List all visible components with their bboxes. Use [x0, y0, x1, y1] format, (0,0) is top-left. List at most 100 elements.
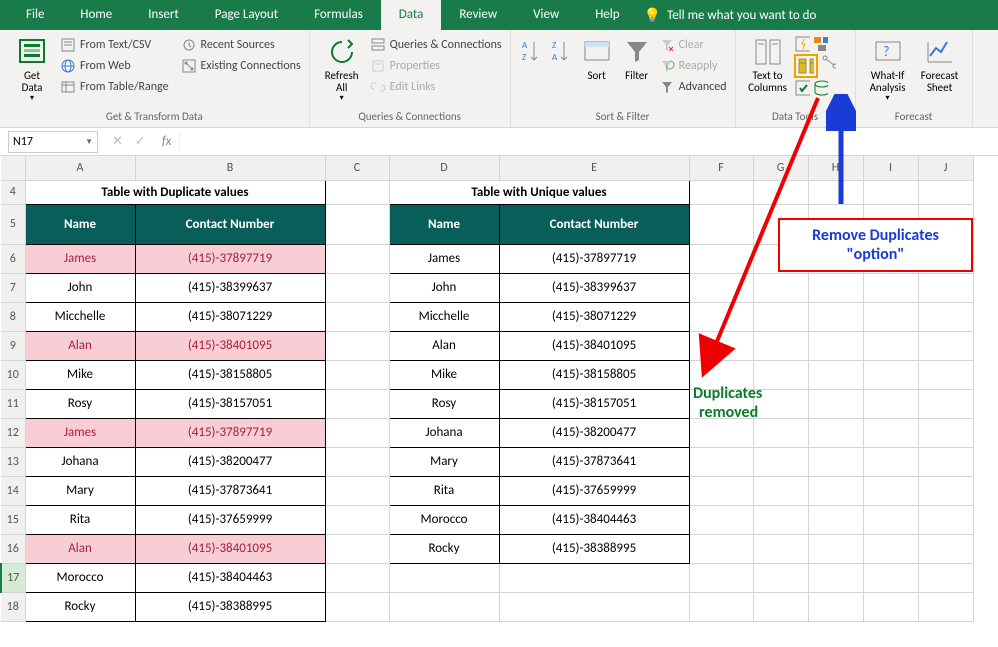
- cancel-icon[interactable]: ✕: [112, 134, 123, 149]
- select-all-cell[interactable]: [1, 156, 25, 180]
- cell-J10[interactable]: [918, 360, 973, 389]
- row-header-6[interactable]: 6: [1, 244, 25, 273]
- remove-duplicates-button[interactable]: [794, 54, 818, 78]
- cell-J4[interactable]: [918, 180, 973, 204]
- cell-D17[interactable]: [389, 563, 499, 592]
- cell-E14[interactable]: (415)-37659999: [499, 476, 689, 505]
- refresh-all-button[interactable]: Refresh All ▾: [316, 34, 368, 105]
- tab-formulas[interactable]: Formulas: [296, 0, 381, 30]
- cell-I11[interactable]: [863, 389, 918, 418]
- tab-insert[interactable]: Insert: [130, 0, 197, 30]
- sort-az-button[interactable]: AZ: [517, 34, 547, 72]
- cell-C6[interactable]: [325, 244, 389, 273]
- cell-J11[interactable]: [918, 389, 973, 418]
- cell-C12[interactable]: [325, 418, 389, 447]
- cell-C4[interactable]: [325, 180, 389, 204]
- cell-I14[interactable]: [863, 476, 918, 505]
- title-right[interactable]: Table with Unique values: [389, 180, 689, 204]
- cell-D13[interactable]: Mary: [389, 447, 499, 476]
- column-header-I[interactable]: I: [863, 156, 918, 180]
- row-header-16[interactable]: 16: [1, 534, 25, 563]
- cell-H14[interactable]: [808, 476, 863, 505]
- cell-H9[interactable]: [808, 331, 863, 360]
- column-header-H[interactable]: H: [808, 156, 863, 180]
- cell-J7[interactable]: [918, 273, 973, 302]
- cell-D14[interactable]: Rita: [389, 476, 499, 505]
- cell-F4[interactable]: [689, 180, 753, 204]
- cell-D15[interactable]: Morocco: [389, 505, 499, 534]
- cell-C15[interactable]: [325, 505, 389, 534]
- consolidate-icon[interactable]: [812, 36, 828, 52]
- cell-H12[interactable]: [808, 418, 863, 447]
- forecast-sheet-button[interactable]: Forecast Sheet: [914, 34, 966, 96]
- cell-A16[interactable]: Alan: [25, 534, 135, 563]
- cell-I9[interactable]: [863, 331, 918, 360]
- advanced-button[interactable]: Advanced: [657, 78, 729, 96]
- cell-E11[interactable]: (415)-38157051: [499, 389, 689, 418]
- tab-file[interactable]: File: [8, 0, 62, 30]
- cell-C5[interactable]: [325, 204, 389, 244]
- cell-A9[interactable]: Alan: [25, 331, 135, 360]
- cell-C7[interactable]: [325, 273, 389, 302]
- cell-G8[interactable]: [753, 302, 808, 331]
- data-validation-icon[interactable]: [794, 80, 810, 96]
- cell-G7[interactable]: [753, 273, 808, 302]
- enter-icon[interactable]: ✓: [135, 134, 146, 149]
- row-header-11[interactable]: 11: [1, 389, 25, 418]
- edit-links-button[interactable]: Edit Links: [368, 78, 504, 96]
- cell-D9[interactable]: Alan: [389, 331, 499, 360]
- properties-button[interactable]: Properties: [368, 57, 504, 75]
- cell-I18[interactable]: [863, 592, 918, 621]
- cell-C11[interactable]: [325, 389, 389, 418]
- cell-H16[interactable]: [808, 534, 863, 563]
- cell-J12[interactable]: [918, 418, 973, 447]
- header-name-right[interactable]: Name: [389, 204, 499, 244]
- cell-B10[interactable]: (415)-38158805: [135, 360, 325, 389]
- cell-I8[interactable]: [863, 302, 918, 331]
- cell-B16[interactable]: (415)-38401095: [135, 534, 325, 563]
- row-header-7[interactable]: 7: [1, 273, 25, 302]
- cell-I10[interactable]: [863, 360, 918, 389]
- cell-I13[interactable]: [863, 447, 918, 476]
- cell-E7[interactable]: (415)-38399637: [499, 273, 689, 302]
- cell-H7[interactable]: [808, 273, 863, 302]
- cell-E8[interactable]: (415)-38071229: [499, 302, 689, 331]
- relationships-icon[interactable]: [820, 54, 836, 70]
- cell-G4[interactable]: [753, 180, 808, 204]
- cell-C16[interactable]: [325, 534, 389, 563]
- cell-D7[interactable]: John: [389, 273, 499, 302]
- cell-J8[interactable]: [918, 302, 973, 331]
- cell-G13[interactable]: [753, 447, 808, 476]
- cell-A11[interactable]: Rosy: [25, 389, 135, 418]
- cell-B17[interactable]: (415)-38404463: [135, 563, 325, 592]
- tab-review[interactable]: Review: [441, 0, 515, 30]
- cell-G15[interactable]: [753, 505, 808, 534]
- tell-me-search[interactable]: 💡 Tell me what you want to do: [644, 7, 817, 24]
- column-header-B[interactable]: B: [135, 156, 325, 180]
- column-header-F[interactable]: F: [689, 156, 753, 180]
- cell-F13[interactable]: [689, 447, 753, 476]
- row-header-10[interactable]: 10: [1, 360, 25, 389]
- cell-A18[interactable]: Rocky: [25, 592, 135, 621]
- cell-H18[interactable]: [808, 592, 863, 621]
- cell-F9[interactable]: [689, 331, 753, 360]
- column-header-A[interactable]: A: [25, 156, 135, 180]
- from-text-csv-button[interactable]: From Text/CSV: [58, 36, 171, 54]
- cell-A17[interactable]: Morocco: [25, 563, 135, 592]
- cell-I15[interactable]: [863, 505, 918, 534]
- cell-D10[interactable]: Mike: [389, 360, 499, 389]
- cell-B11[interactable]: (415)-38157051: [135, 389, 325, 418]
- existing-connections-button[interactable]: Existing Connections: [179, 57, 303, 75]
- cell-E10[interactable]: (415)-38158805: [499, 360, 689, 389]
- cell-H11[interactable]: [808, 389, 863, 418]
- cell-E18[interactable]: [499, 592, 689, 621]
- cell-C14[interactable]: [325, 476, 389, 505]
- tab-page-layout[interactable]: Page Layout: [197, 0, 296, 30]
- reapply-button[interactable]: Reapply: [657, 57, 729, 75]
- cell-A13[interactable]: Johana: [25, 447, 135, 476]
- cell-D16[interactable]: Rocky: [389, 534, 499, 563]
- cell-B18[interactable]: (415)-38388995: [135, 592, 325, 621]
- column-header-E[interactable]: E: [499, 156, 689, 180]
- cell-B8[interactable]: (415)-38071229: [135, 302, 325, 331]
- cell-A12[interactable]: James: [25, 418, 135, 447]
